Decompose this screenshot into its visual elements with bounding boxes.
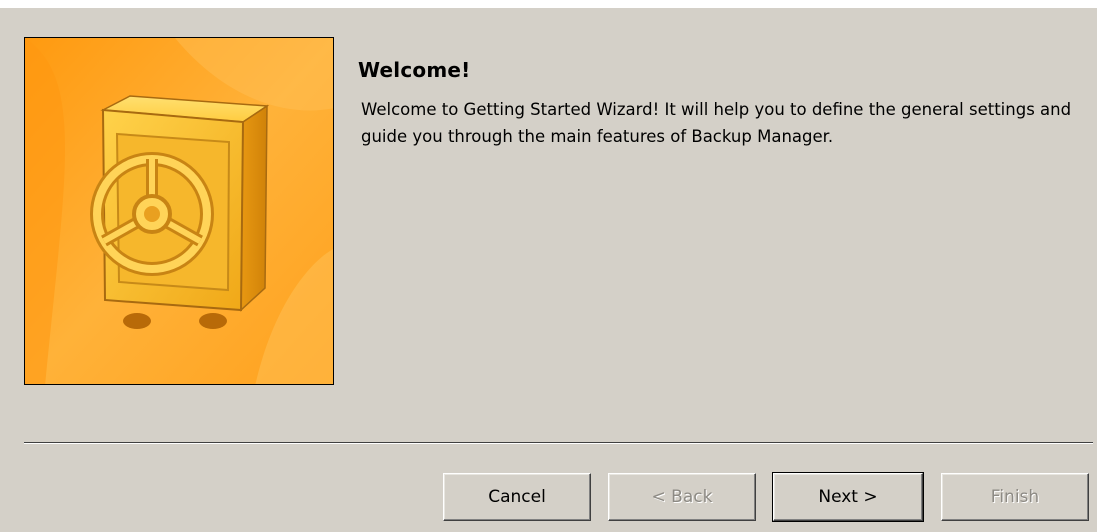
next-button-label: Next > [818, 487, 878, 507]
finish-button[interactable]: Finish [941, 473, 1089, 521]
safe-vault-icon [25, 38, 333, 384]
wizard-description: Welcome to Getting Started Wizard! It wi… [361, 100, 1072, 146]
wizard-dialog: Welcome! Welcome to Getting Started Wiza… [0, 8, 1097, 532]
finish-button-label: Finish [990, 487, 1040, 507]
wizard-heading: Welcome! [358, 58, 471, 82]
next-button[interactable]: Next > [772, 472, 924, 522]
back-button[interactable]: < Back [608, 473, 756, 521]
cancel-button[interactable]: Cancel [443, 473, 591, 521]
wizard-side-image [24, 37, 334, 385]
button-separator [24, 442, 1093, 444]
cancel-button-label: Cancel [488, 487, 546, 507]
top-border [0, 0, 1097, 8]
back-button-label: < Back [651, 487, 713, 507]
